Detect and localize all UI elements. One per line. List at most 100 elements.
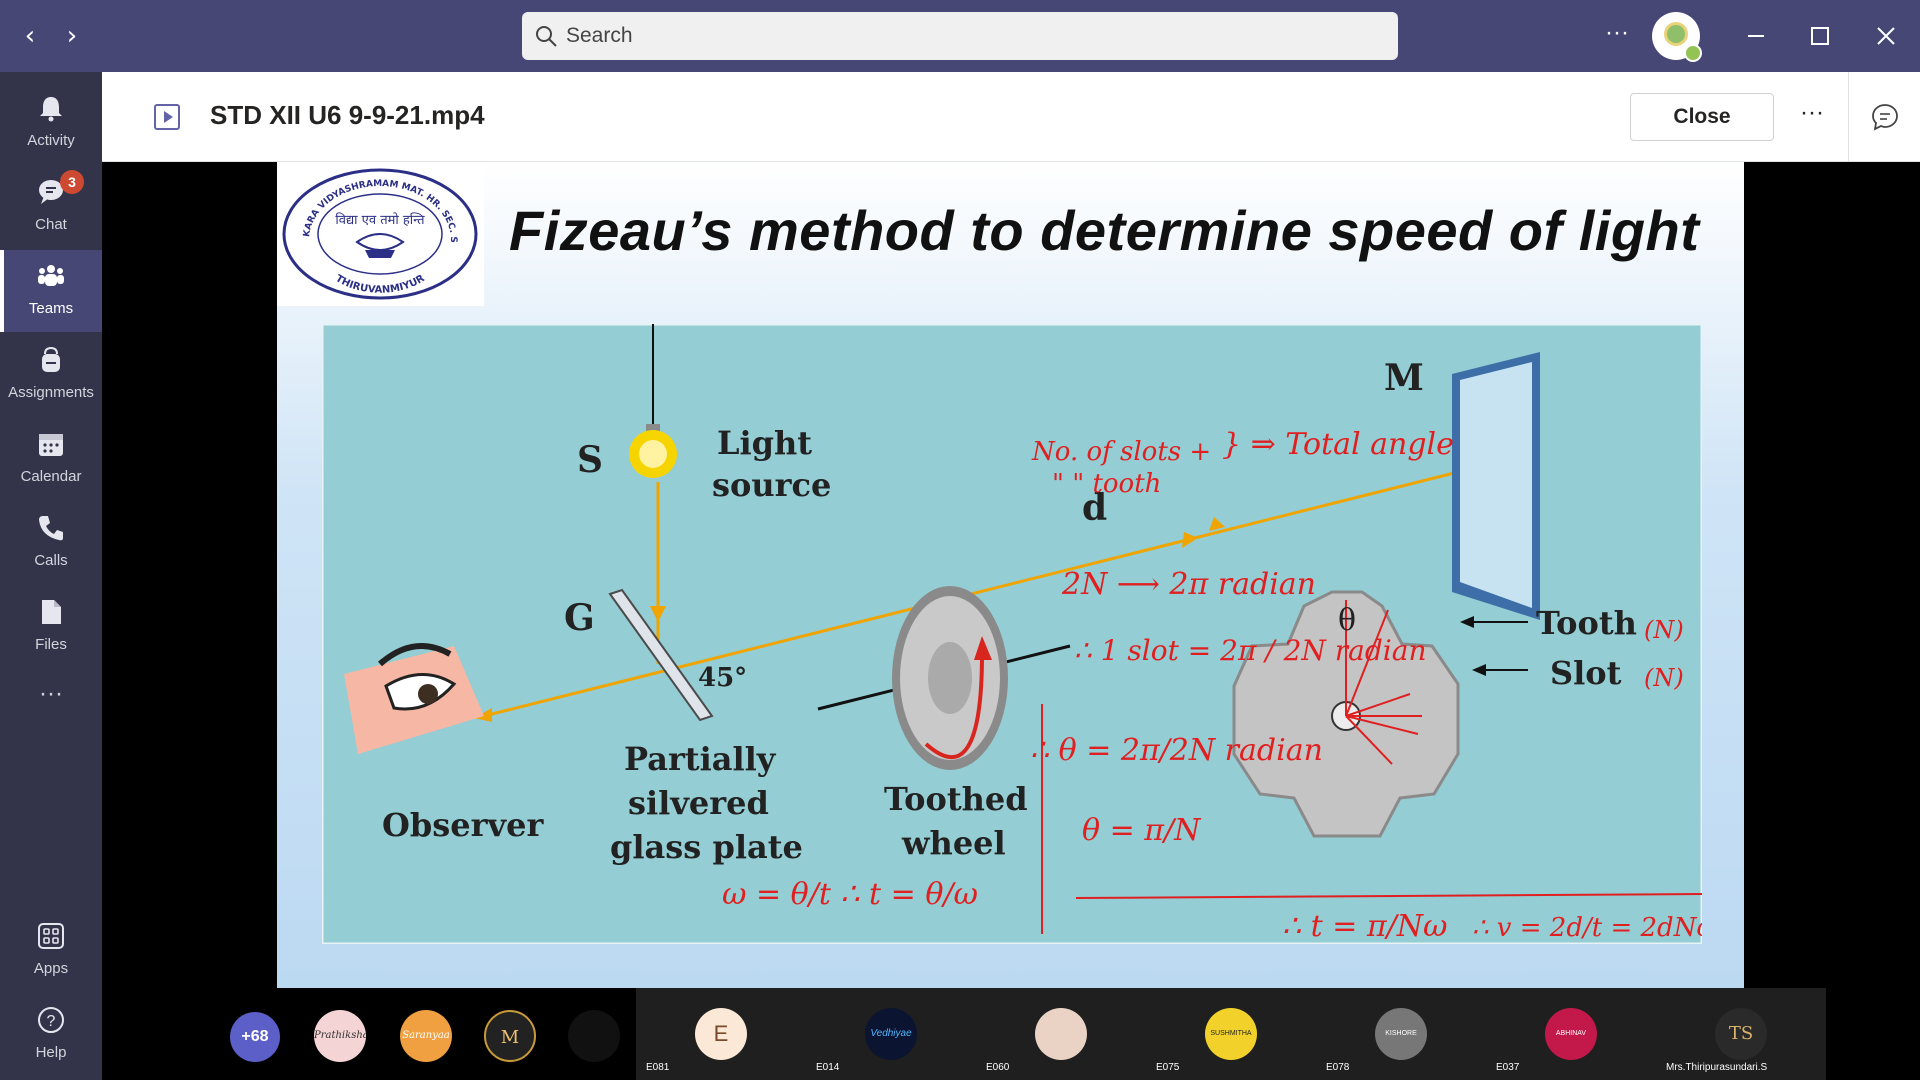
label-g: G (564, 597, 595, 639)
label-45-degrees: 45° (698, 663, 747, 693)
teams-icon (38, 265, 64, 286)
status-available-icon (1684, 44, 1702, 62)
label-s: S (577, 439, 603, 481)
rail-item-calendar[interactable]: Calendar (0, 418, 102, 500)
label-tooth: Tooth (1536, 604, 1637, 642)
minimize-icon[interactable] (1734, 14, 1778, 58)
participant-tile[interactable]: E060 (976, 988, 1146, 1080)
rail-item-files[interactable]: Files (0, 586, 102, 668)
rail-item-teams[interactable]: Teams (0, 250, 102, 332)
calendar-icon (39, 434, 63, 456)
file-title: STD XII U6 9-9-21.mp4 (210, 100, 485, 130)
video-file-icon (154, 104, 180, 130)
logo-motto: विद्या एव तमो हन्ति (335, 212, 425, 228)
label-observer: Observer (382, 806, 544, 844)
annotation-t: ∴ t = π/Nω (1282, 909, 1447, 944)
rail-label: Chat (35, 216, 67, 233)
file-icon (42, 600, 61, 624)
bell-icon (40, 97, 62, 122)
divider (1848, 72, 1849, 162)
label-wheel: wheel (901, 824, 1006, 862)
rail-item-apps[interactable]: Apps (0, 910, 102, 992)
annotation-theta-pi-n: θ = π/N (1082, 813, 1202, 848)
svg-text:?: ? (47, 1013, 56, 1030)
label-source: source (712, 466, 831, 504)
help-icon: ? (38, 1007, 64, 1033)
conversation-icon[interactable] (1870, 102, 1900, 132)
participant-name: E075 (1156, 1062, 1180, 1073)
participant-avatar[interactable]: M (484, 1010, 536, 1062)
user-avatar[interactable] (1652, 12, 1702, 62)
school-logo: SRI SANKARA VIDYASHRAMAM MAT. HR. SEC. S… (277, 162, 484, 306)
annotation-slots: No. of slots + (1031, 437, 1211, 467)
close-button[interactable]: Close (1630, 93, 1774, 141)
unread-badge: 3 (60, 170, 84, 194)
label-light: Light (717, 424, 812, 462)
participant-tile[interactable]: SUSHMITHA E075 (1146, 988, 1316, 1080)
participant-avatar[interactable] (568, 1010, 620, 1062)
participant-avatar: E (695, 1008, 747, 1060)
rail-label: Calendar (20, 468, 82, 485)
participant-tile[interactable]: KISHORE E078 (1316, 988, 1486, 1080)
annotation-tooth: " " tooth (1052, 469, 1161, 499)
label-toothed: Toothed (884, 780, 1028, 818)
participant-avatar: Vedhiyae (865, 1008, 917, 1060)
participant-avatar: ABHINAV (1545, 1008, 1597, 1060)
participant-avatar: KISHORE (1375, 1008, 1427, 1060)
search-input[interactable] (566, 20, 1366, 52)
maximize-icon[interactable] (1798, 14, 1842, 58)
avatar-image (1664, 22, 1688, 46)
label-m: M (1384, 357, 1424, 399)
participants-bar: +68 Prathikshaa Saranyaa M E E081 Vedhiy… (204, 988, 1828, 1080)
rail-item-calls[interactable]: Calls (0, 502, 102, 584)
label-partially: Partially (624, 740, 777, 778)
label-slot: Slot (1550, 654, 1622, 692)
rail-label: Assignments (8, 384, 94, 401)
annotation-2n-2pi: 2N ⟶ 2π radian (1061, 567, 1316, 602)
rail-item-assignments[interactable]: Assignments (0, 334, 102, 416)
more-options-icon[interactable]: ··· (1596, 18, 1638, 54)
slide-title: Fizeau’s method to determine speed of li… (509, 199, 1700, 262)
search-icon (536, 26, 557, 47)
participant-tile[interactable]: ABHINAV E037 (1486, 988, 1656, 1080)
annotation-omega: ω = θ/t ∴ t = θ/ω (722, 877, 978, 912)
overflow-participants-button[interactable]: +68 (230, 1012, 280, 1062)
label-theta: θ (1338, 603, 1356, 638)
annotation-n-tooth: (N) (1644, 616, 1684, 644)
viewer-header: STD XII U6 9-9-21.mp4 Close ··· (102, 72, 1920, 162)
participant-tile[interactable]: TS Mrs.Thiripurasundari.S (1656, 988, 1826, 1080)
annotation-one-slot: ∴ 1 slot = 2π / 2N radian (1074, 634, 1426, 667)
participant-avatar[interactable]: Saranyaa (400, 1010, 452, 1062)
apps-icon (38, 923, 64, 949)
rail-item-chat[interactable]: 3 Chat (0, 166, 102, 248)
backpack-icon (42, 346, 60, 372)
forward-arrow-icon[interactable]: › (56, 20, 88, 52)
annotation-velocity: ∴ v = 2d/t = 2dNω/π (1472, 913, 1702, 943)
annotation-total-angle: } ⇒ Total angle (1222, 427, 1454, 462)
rail-item-activity[interactable]: Activity (0, 82, 102, 164)
participant-avatar: SUSHMITHA (1205, 1008, 1257, 1060)
rail-label: Files (35, 636, 67, 653)
close-window-icon[interactable] (1864, 14, 1908, 58)
rail-item-help[interactable]: ? Help (0, 994, 102, 1076)
rail-label: Apps (33, 960, 69, 977)
search-bar[interactable] (522, 12, 1398, 60)
label-glass-plate: glass plate (610, 828, 803, 866)
participant-tile[interactable]: E E081 (636, 988, 806, 1080)
more-apps-icon: ··· (39, 680, 63, 707)
participant-name: Mrs.Thiripurasundari.S (1666, 1062, 1768, 1073)
participant-avatar (1035, 1008, 1087, 1060)
rail-item-more[interactable]: ··· (0, 670, 102, 730)
more-options-icon[interactable]: ··· (1792, 98, 1832, 138)
participant-avatar[interactable]: Prathikshaa (314, 1010, 366, 1062)
app-rail: Activity 3 Chat Teams Assignments Calend… (0, 72, 102, 1080)
back-arrow-icon[interactable]: ‹ (14, 20, 46, 52)
annotation-n-slot: (N) (1644, 664, 1684, 692)
participant-name: E014 (816, 1062, 840, 1073)
phone-icon (39, 516, 63, 541)
rail-label: Help (35, 1044, 67, 1061)
participant-name: E081 (646, 1062, 670, 1073)
annotation-theta-radian: ∴ θ = 2π/2N radian (1030, 733, 1323, 768)
participant-tile[interactable]: Vedhiyae E014 (806, 988, 976, 1080)
video-frame[interactable]: SRI SANKARA VIDYASHRAMAM MAT. HR. SEC. S… (277, 162, 1744, 988)
